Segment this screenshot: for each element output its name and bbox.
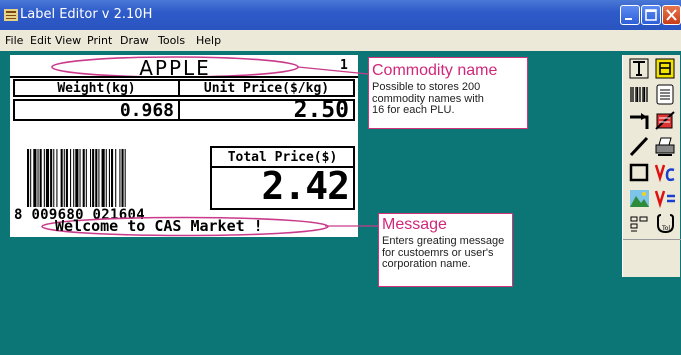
rectangle-tool-icon (629, 163, 649, 182)
commodity-callout-text: Possible to stores 200 commodity names w… (372, 81, 484, 117)
variable-equals-tool-button[interactable] (653, 187, 678, 210)
print-tool-button[interactable] (653, 135, 678, 158)
settings-tool-icon: Tol (657, 214, 674, 234)
variable-c-tool-icon (654, 164, 675, 183)
variable-c-tool-button[interactable] (653, 161, 678, 184)
commodity-callout-title: Commodity name (372, 62, 498, 79)
text-tool-button[interactable] (627, 57, 652, 80)
list-tool-button[interactable] (653, 83, 678, 106)
toolbox-divider (623, 239, 681, 240)
line-tool-icon (629, 136, 649, 157)
line-tool-button[interactable] (627, 135, 652, 158)
variable-equals-tool-icon (654, 190, 675, 209)
message-callout-text: Enters greating message for custoemrs or… (382, 235, 505, 271)
field-tool-icon (655, 58, 675, 79)
print-tool-icon (655, 137, 675, 156)
rectangle-tool-button[interactable] (627, 161, 652, 184)
svg-text:Tol: Tol (661, 225, 670, 232)
list-tool-icon (656, 84, 674, 105)
toolbox-panel: Tol (622, 55, 681, 277)
callout-connectors (297, 66, 378, 227)
barcode-tool-icon (630, 87, 648, 102)
image-tool-button[interactable] (627, 187, 652, 210)
layout-tool-button[interactable] (627, 213, 652, 236)
message-callout-title: Message (382, 216, 447, 233)
message-callout: Message Enters greating message for cust… (378, 213, 513, 287)
commodity-callout: Commodity name Possible to stores 200 co… (368, 57, 528, 129)
erase-tool-icon (655, 111, 675, 130)
barcode-tool-button[interactable] (627, 83, 652, 106)
image-tool-icon (630, 190, 649, 207)
move-tool-icon (630, 113, 649, 129)
erase-tool-button[interactable] (653, 109, 678, 132)
move-tool-button[interactable] (627, 109, 652, 132)
field-tool-button[interactable] (653, 57, 678, 80)
layout-tool-icon (630, 216, 648, 232)
settings-tool-button[interactable]: Tol (653, 213, 678, 236)
text-tool-icon (629, 58, 649, 79)
